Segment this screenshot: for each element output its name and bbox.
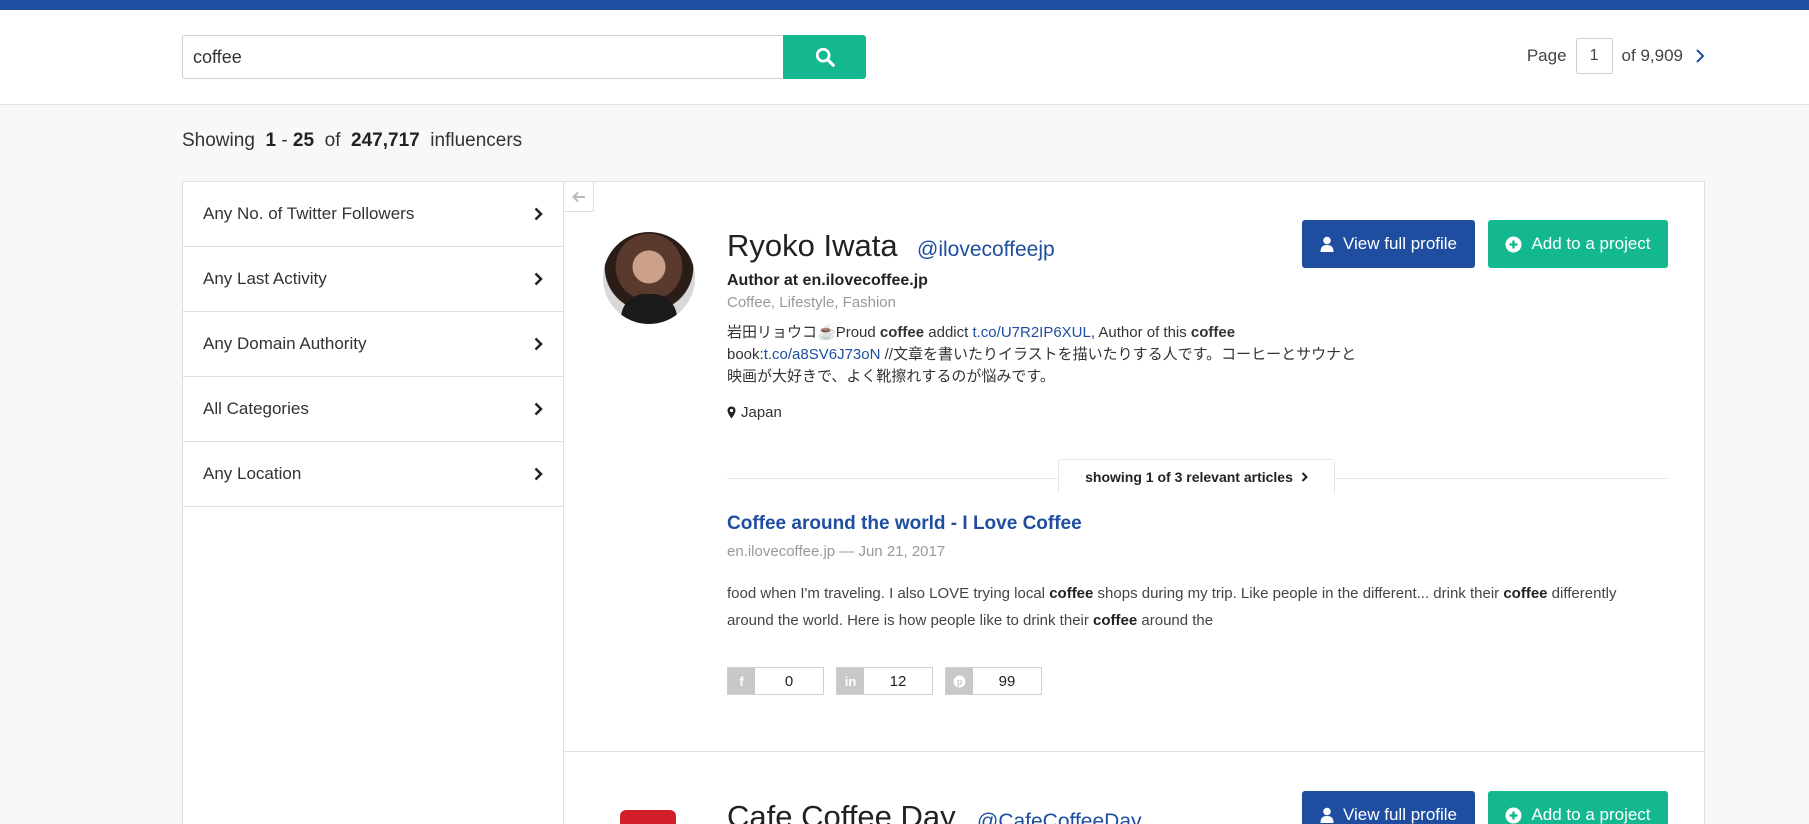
chevron-right-icon — [534, 207, 543, 221]
influencer-author: Author at en.ilovecoffee.jp — [727, 272, 928, 289]
facebook-share-count: f 0 — [727, 667, 824, 695]
chevron-right-icon — [1301, 471, 1308, 482]
card-separator — [564, 751, 1704, 752]
search-input[interactable] — [182, 35, 782, 79]
map-pin-icon — [727, 406, 736, 419]
facebook-icon: f — [728, 668, 755, 694]
plus-circle-icon — [1505, 807, 1522, 823]
bio-link[interactable]: t.co/a8SV6J73oN — [764, 346, 881, 363]
chevron-right-icon — [534, 467, 543, 481]
coffee-cup-icon: ☕ — [817, 324, 836, 341]
add-to-project-button[interactable]: Add to a project — [1488, 220, 1668, 268]
avatar[interactable] — [603, 232, 695, 324]
filter-domain-authority[interactable]: Any Domain Authority — [183, 312, 563, 377]
search-button[interactable] — [783, 35, 866, 79]
plus-circle-icon — [1505, 236, 1522, 252]
linkedin-icon: in — [837, 668, 864, 694]
article-title-link[interactable]: Coffee around the world - I Love Coffee — [727, 513, 1082, 535]
influencer-handle[interactable]: @ilovecoffeejp — [917, 238, 1055, 262]
add-to-project-button[interactable]: Add to a project — [1488, 791, 1668, 824]
pagination: Page 1 of 9,909 — [1527, 38, 1705, 74]
header: Page 1 of 9,909 — [0, 10, 1809, 105]
filter-twitter-followers[interactable]: Any No. of Twitter Followers — [183, 182, 563, 247]
chevron-right-icon — [534, 272, 543, 286]
bio-link[interactable]: t.co/U7R2IP6XUL — [972, 324, 1090, 341]
filter-location[interactable]: Any Location — [183, 442, 563, 507]
arrow-left-icon — [571, 191, 585, 202]
linkedin-share-count: in 12 — [836, 667, 933, 695]
article-meta: en.ilovecoffee.jp — Jun 21, 2017 — [727, 543, 946, 560]
svg-text:p: p — [957, 677, 963, 687]
page-label: Page — [1526, 46, 1567, 65]
collapse-sidebar-button[interactable] — [564, 182, 594, 212]
filter-last-activity[interactable]: Any Last Activity — [183, 247, 563, 312]
chevron-right-icon — [534, 402, 543, 416]
user-icon — [1320, 236, 1334, 252]
influencer-bio: 岩田リョウコ☕Proud coffee addict t.co/U7R2IP6X… — [727, 324, 1357, 385]
page-number-input[interactable]: 1 — [1575, 38, 1613, 74]
filter-categories[interactable]: All Categories — [183, 377, 563, 442]
user-icon — [1320, 807, 1334, 823]
share-counts: f 0 in 12 p 99 — [727, 667, 1042, 695]
top-accent-bar — [0, 0, 1809, 10]
view-full-profile-button[interactable]: View full profile — [1302, 791, 1475, 824]
page-total: of 9,909 — [1621, 46, 1683, 65]
search-icon — [815, 47, 835, 67]
influencer-categories: Coffee, Lifestyle, Fashion — [727, 294, 896, 311]
influencer-name[interactable]: Ryoko Iwata — [727, 228, 898, 264]
filter-sidebar: Any No. of Twitter Followers Any Last Ac… — [182, 181, 564, 824]
avatar[interactable] — [620, 810, 676, 824]
influencer-location: Japan — [727, 404, 782, 421]
results-list: Ryoko Iwata @ilovecoffeejp Author at en.… — [563, 181, 1705, 824]
influencer-name[interactable]: Cafe Coffee Day — [727, 799, 956, 824]
relevant-articles-toggle[interactable]: showing 1 of 3 relevant articles — [1058, 459, 1335, 493]
view-full-profile-button[interactable]: View full profile — [1302, 220, 1475, 268]
chevron-right-icon — [1696, 49, 1705, 63]
pinterest-share-count: p 99 — [945, 667, 1042, 695]
pinterest-icon: p — [946, 668, 973, 694]
chevron-right-icon — [534, 337, 543, 351]
results-summary: Showing 1 - 25 of 247,717 influencers — [182, 130, 523, 151]
article-snippet: food when I'm traveling. I also LOVE try… — [727, 585, 1617, 629]
next-page-button[interactable] — [1695, 49, 1705, 63]
influencer-handle[interactable]: @CafeCoffeeDay — [977, 810, 1142, 824]
